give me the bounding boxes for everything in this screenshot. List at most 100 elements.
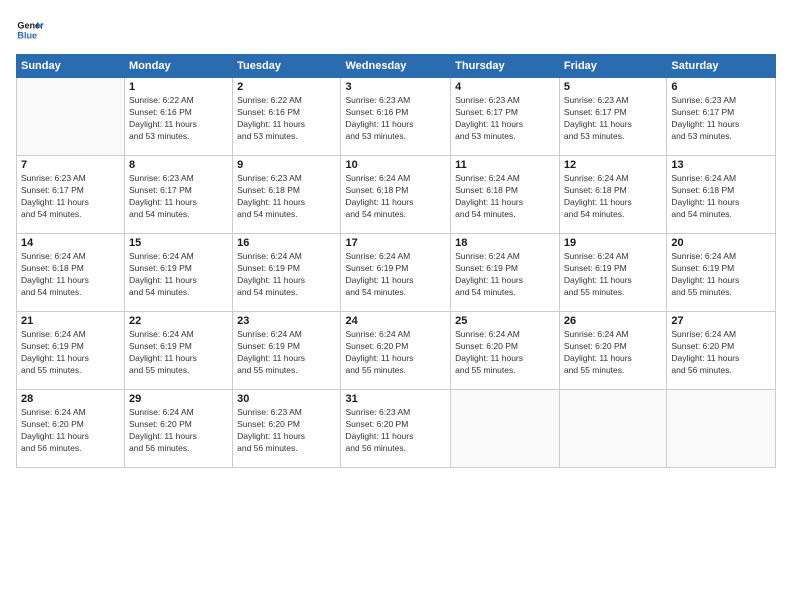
day-info: Sunrise: 6:24 AMSunset: 6:19 PMDaylight:… <box>455 251 555 299</box>
header-friday: Friday <box>559 55 666 78</box>
header-wednesday: Wednesday <box>341 55 451 78</box>
calendar-cell: 1 Sunrise: 6:22 AMSunset: 6:16 PMDaylight… <box>125 78 233 156</box>
day-info: Sunrise: 6:24 AMSunset: 6:19 PMDaylight:… <box>345 251 446 299</box>
day-number: 20 <box>671 237 771 249</box>
calendar-cell: 19 Sunrise: 6:24 AMSunset: 6:19 PMDayligh… <box>559 234 666 312</box>
day-info: Sunrise: 6:24 AMSunset: 6:18 PMDaylight:… <box>21 251 120 299</box>
day-info: Sunrise: 6:24 AMSunset: 6:19 PMDaylight:… <box>21 329 120 377</box>
day-info: Sunrise: 6:23 AMSunset: 6:16 PMDaylight:… <box>345 95 446 143</box>
day-number: 4 <box>455 81 555 93</box>
day-number: 13 <box>671 159 771 171</box>
calendar-cell: 25 Sunrise: 6:24 AMSunset: 6:20 PMDayligh… <box>451 312 560 390</box>
day-number: 27 <box>671 315 771 327</box>
calendar-cell: 21 Sunrise: 6:24 AMSunset: 6:19 PMDayligh… <box>17 312 125 390</box>
day-info: Sunrise: 6:24 AMSunset: 6:19 PMDaylight:… <box>671 251 771 299</box>
svg-text:Blue: Blue <box>17 30 37 40</box>
header-saturday: Saturday <box>667 55 776 78</box>
day-number: 10 <box>345 159 446 171</box>
day-info: Sunrise: 6:24 AMSunset: 6:19 PMDaylight:… <box>237 329 336 377</box>
calendar-cell: 24 Sunrise: 6:24 AMSunset: 6:20 PMDayligh… <box>341 312 451 390</box>
calendar-cell: 14 Sunrise: 6:24 AMSunset: 6:18 PMDayligh… <box>17 234 125 312</box>
week-row-3: 14 Sunrise: 6:24 AMSunset: 6:18 PMDayligh… <box>17 234 776 312</box>
day-number: 29 <box>129 393 228 405</box>
day-info: Sunrise: 6:24 AMSunset: 6:19 PMDaylight:… <box>129 329 228 377</box>
day-number: 8 <box>129 159 228 171</box>
calendar-cell: 26Sunrise: 6:24 AMSunset: 6:20 PMDayligh… <box>559 312 666 390</box>
calendar-cell: 9 Sunrise: 6:23 AMSunset: 6:18 PMDaylight… <box>233 156 341 234</box>
calendar-cell: 23 Sunrise: 6:24 AMSunset: 6:19 PMDayligh… <box>233 312 341 390</box>
calendar-cell <box>559 390 666 468</box>
logo: General Blue <box>16 16 44 44</box>
day-info: Sunrise: 6:24 AMSunset: 6:18 PMDaylight:… <box>671 173 771 221</box>
day-info: Sunrise: 6:22 AMSunset: 6:16 PMDaylight:… <box>129 95 228 143</box>
calendar-cell: 29 Sunrise: 6:24 AMSunset: 6:20 PMDayligh… <box>125 390 233 468</box>
calendar-cell: 17 Sunrise: 6:24 AMSunset: 6:19 PMDayligh… <box>341 234 451 312</box>
day-info: Sunrise: 6:24 AMSunset: 6:20 PMDaylight:… <box>21 407 120 455</box>
header-tuesday: Tuesday <box>233 55 341 78</box>
day-number: 15 <box>129 237 228 249</box>
calendar-table: SundayMondayTuesdayWednesdayThursdayFrid… <box>16 54 776 468</box>
day-number: 28 <box>21 393 120 405</box>
day-info: Sunrise: 6:24 AMSunset: 6:20 PMDaylight:… <box>345 329 446 377</box>
day-number: 11 <box>455 159 555 171</box>
calendar-cell: 2 Sunrise: 6:22 AMSunset: 6:16 PMDaylight… <box>233 78 341 156</box>
calendar-cell: 13 Sunrise: 6:24 AMSunset: 6:18 PMDayligh… <box>667 156 776 234</box>
calendar-cell: 30Sunrise: 6:23 AMSunset: 6:20 PMDayligh… <box>233 390 341 468</box>
week-row-1: 1 Sunrise: 6:22 AMSunset: 6:16 PMDaylight… <box>17 78 776 156</box>
day-number: 14 <box>21 237 120 249</box>
day-number: 12 <box>564 159 662 171</box>
day-info: Sunrise: 6:24 AMSunset: 6:19 PMDaylight:… <box>237 251 336 299</box>
day-number: 16 <box>237 237 336 249</box>
day-info: Sunrise: 6:22 AMSunset: 6:16 PMDaylight:… <box>237 95 336 143</box>
day-number: 23 <box>237 315 336 327</box>
day-info: Sunrise: 6:24 AMSunset: 6:19 PMDaylight:… <box>564 251 662 299</box>
calendar-cell: 16 Sunrise: 6:24 AMSunset: 6:19 PMDayligh… <box>233 234 341 312</box>
day-number: 7 <box>21 159 120 171</box>
day-number: 9 <box>237 159 336 171</box>
day-info: Sunrise: 6:24 AMSunset: 6:18 PMDaylight:… <box>455 173 555 221</box>
calendar-cell: 8Sunrise: 6:23 AMSunset: 6:17 PMDaylight… <box>125 156 233 234</box>
day-number: 17 <box>345 237 446 249</box>
day-info: Sunrise: 6:23 AMSunset: 6:17 PMDaylight:… <box>564 95 662 143</box>
day-info: Sunrise: 6:24 AMSunset: 6:20 PMDaylight:… <box>129 407 228 455</box>
day-number: 1 <box>129 81 228 93</box>
day-info: Sunrise: 6:23 AMSunset: 6:18 PMDaylight:… <box>237 173 336 221</box>
calendar-cell <box>667 390 776 468</box>
header-sunday: Sunday <box>17 55 125 78</box>
day-info: Sunrise: 6:24 AMSunset: 6:19 PMDaylight:… <box>129 251 228 299</box>
day-number: 19 <box>564 237 662 249</box>
day-number: 2 <box>237 81 336 93</box>
calendar-cell: 20 Sunrise: 6:24 AMSunset: 6:19 PMDayligh… <box>667 234 776 312</box>
day-number: 24 <box>345 315 446 327</box>
calendar-cell: 6Sunrise: 6:23 AMSunset: 6:17 PMDaylight… <box>667 78 776 156</box>
day-info: Sunrise: 6:24 AMSunset: 6:20 PMDaylight:… <box>455 329 555 377</box>
day-number: 5 <box>564 81 662 93</box>
day-info: Sunrise: 6:23 AMSunset: 6:17 PMDaylight:… <box>455 95 555 143</box>
calendar-cell <box>17 78 125 156</box>
day-number: 31 <box>345 393 446 405</box>
calendar-cell: 10 Sunrise: 6:24 AMSunset: 6:18 PMDayligh… <box>341 156 451 234</box>
calendar-cell: 28 Sunrise: 6:24 AMSunset: 6:20 PMDayligh… <box>17 390 125 468</box>
day-number: 18 <box>455 237 555 249</box>
calendar-cell: 22 Sunrise: 6:24 AMSunset: 6:19 PMDayligh… <box>125 312 233 390</box>
calendar-cell: 18 Sunrise: 6:24 AMSunset: 6:19 PMDayligh… <box>451 234 560 312</box>
week-row-2: 7 Sunrise: 6:23 AMSunset: 6:17 PMDaylight… <box>17 156 776 234</box>
day-number: 30 <box>237 393 336 405</box>
day-info: Sunrise: 6:23 AMSunset: 6:17 PMDaylight:… <box>21 173 120 221</box>
calendar-cell: 15 Sunrise: 6:24 AMSunset: 6:19 PMDayligh… <box>125 234 233 312</box>
calendar-cell: 5 Sunrise: 6:23 AMSunset: 6:17 PMDaylight… <box>559 78 666 156</box>
calendar-cell: 7 Sunrise: 6:23 AMSunset: 6:17 PMDaylight… <box>17 156 125 234</box>
day-number: 21 <box>21 315 120 327</box>
day-number: 3 <box>345 81 446 93</box>
page: General Blue SundayMondayTuesdayWednesda… <box>0 0 792 612</box>
day-number: 22 <box>129 315 228 327</box>
logo-icon: General Blue <box>16 16 44 44</box>
day-info: Sunrise: 6:24 AMSunset: 6:20 PMDaylight:… <box>564 329 662 377</box>
header-thursday: Thursday <box>451 55 560 78</box>
calendar-cell: 11 Sunrise: 6:24 AMSunset: 6:18 PMDayligh… <box>451 156 560 234</box>
day-number: 6 <box>671 81 771 93</box>
calendar-cell: 27Sunrise: 6:24 AMSunset: 6:20 PMDayligh… <box>667 312 776 390</box>
day-number: 25 <box>455 315 555 327</box>
calendar-cell: 12Sunrise: 6:24 AMSunset: 6:18 PMDayligh… <box>559 156 666 234</box>
day-info: Sunrise: 6:24 AMSunset: 6:18 PMDaylight:… <box>345 173 446 221</box>
